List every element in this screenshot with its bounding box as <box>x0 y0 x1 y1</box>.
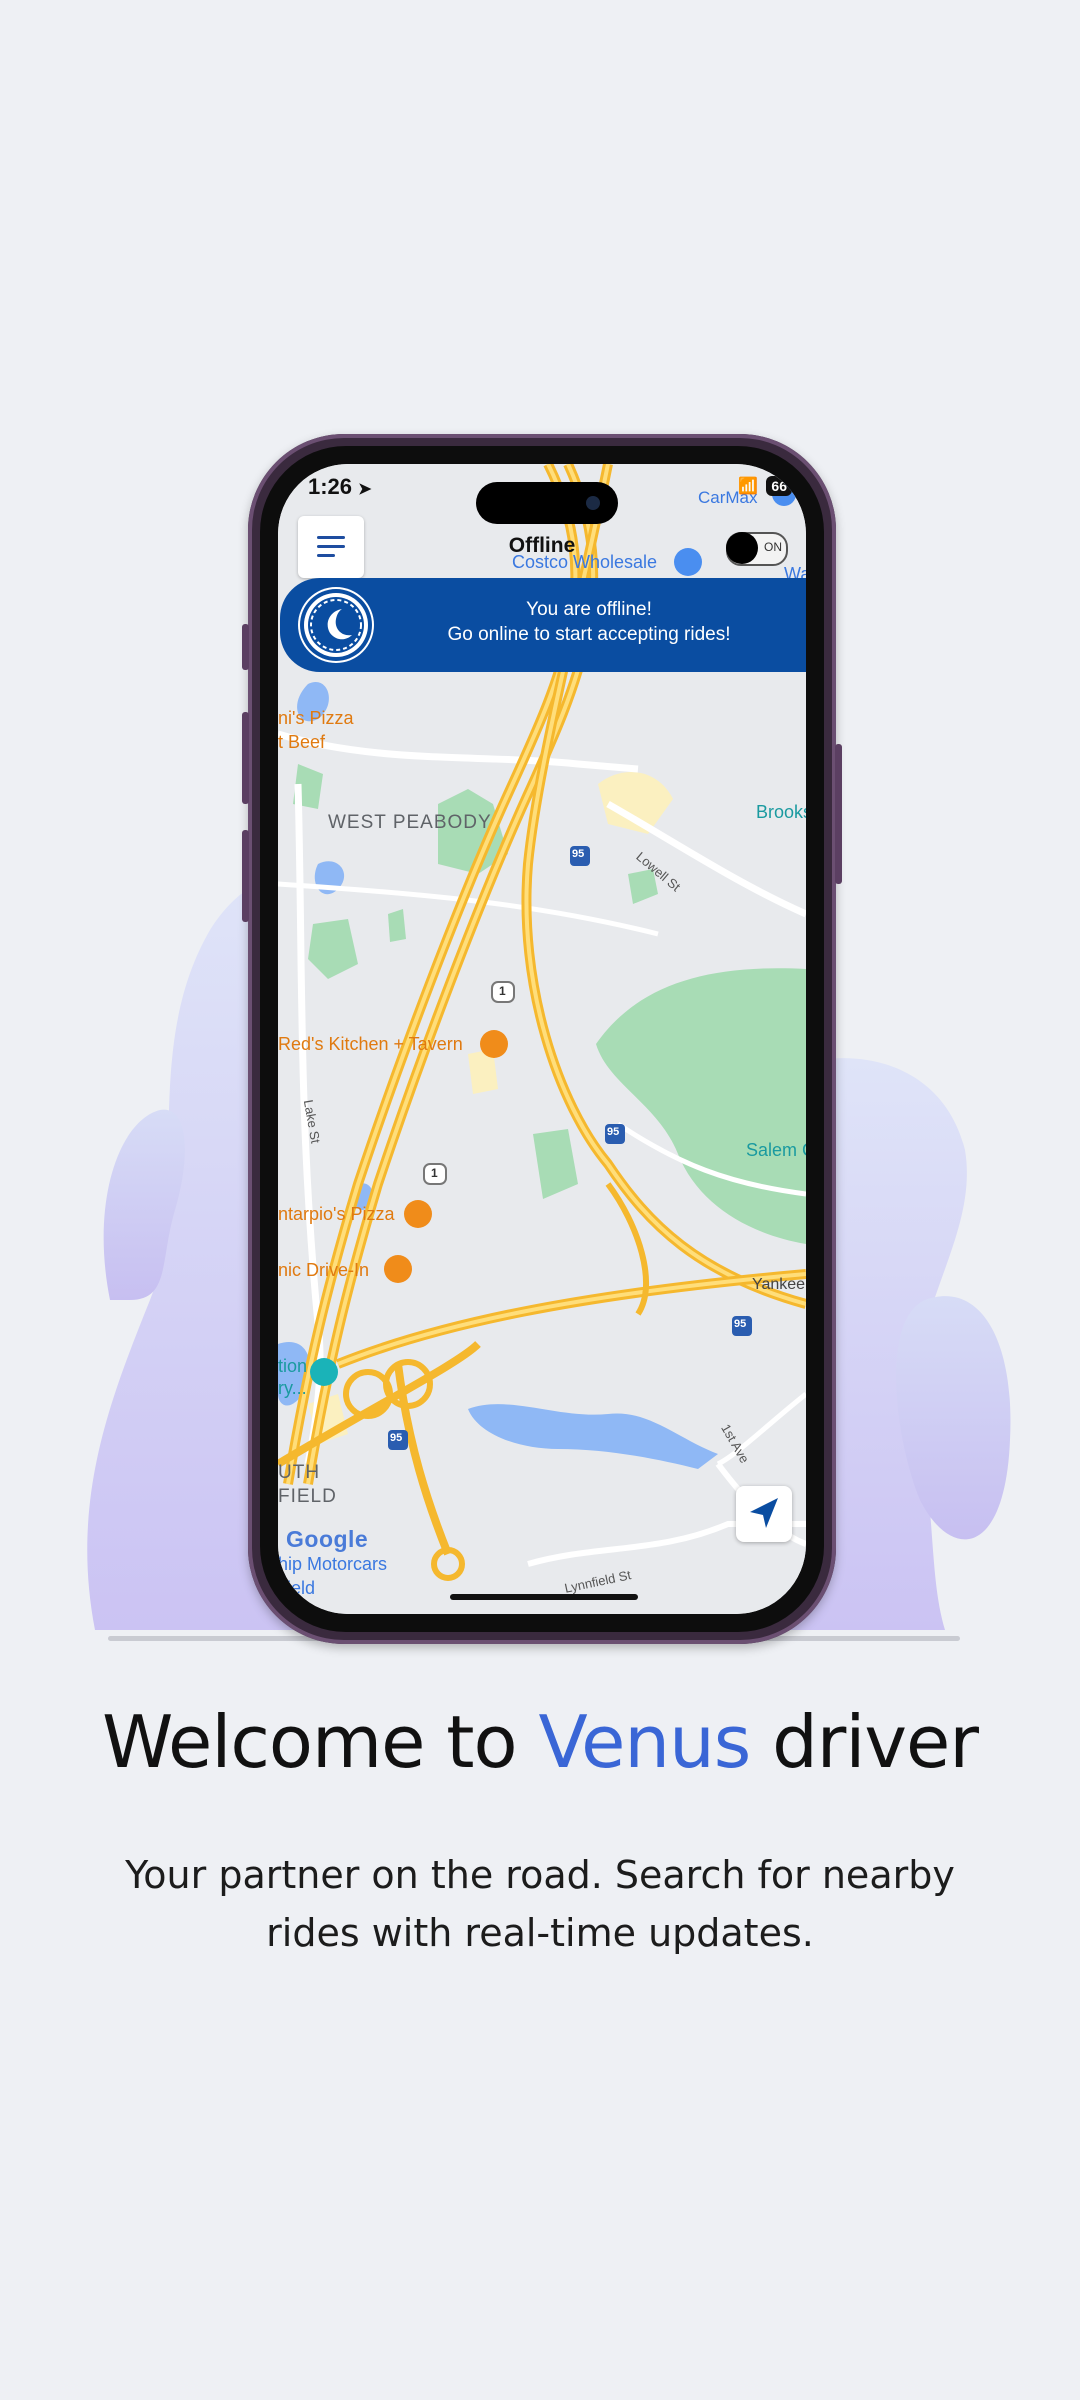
battery-icon: 66 <box>766 476 792 496</box>
offline-banner: You are offline! Go online to start acce… <box>280 578 806 672</box>
welcome-suffix: driver <box>750 1700 979 1784</box>
route-number: 1 <box>499 984 506 998</box>
welcome-subtitle: Your partner on the road. Search for nea… <box>125 1853 955 1955</box>
toggle-knob <box>726 532 758 564</box>
map-label: nic Drive-In <box>278 1260 370 1280</box>
map-label: Red's Kitchen + Tavern <box>278 1034 463 1054</box>
status-icons: 📶 66 <box>738 476 792 496</box>
navigation-arrow-icon <box>750 1498 778 1528</box>
side-button <box>242 830 249 922</box>
app-screen: CarMax Costco Wholesale Wa ni's Pizza t … <box>278 464 806 1614</box>
welcome-heading: Welcome to Venus driver <box>0 1700 1080 1784</box>
map-label: hip Motorcars <box>278 1554 388 1574</box>
recenter-button[interactable] <box>736 1486 792 1542</box>
map-label: ry... <box>278 1378 307 1398</box>
route-number: 95 <box>734 1318 747 1330</box>
map-label: ifield <box>278 1578 316 1598</box>
banner-message: You are offline! Go online to start acce… <box>380 597 798 647</box>
toggle-label: ON <box>764 540 782 554</box>
location-arrow-icon: ➤ <box>358 481 372 498</box>
route-number: 95 <box>390 1432 403 1444</box>
map-label: t Beef <box>278 732 326 752</box>
online-toggle[interactable]: ON <box>726 532 788 566</box>
status-time: 1:26 ➤ <box>308 474 372 499</box>
camera-icon <box>586 496 600 510</box>
welcome-prefix: Welcome to <box>102 1700 539 1784</box>
side-button <box>242 624 249 670</box>
banner-title: You are offline! <box>526 599 652 620</box>
restaurant-pin-icon[interactable] <box>480 1030 508 1058</box>
museum-pin-icon[interactable] <box>310 1358 338 1386</box>
map-label: Brooks <box>756 802 806 822</box>
route-number: 95 <box>607 1126 620 1138</box>
map-label: tion <box>278 1356 308 1376</box>
dynamic-island <box>476 482 618 524</box>
banner-subtitle: Go online to start accepting rides! <box>447 624 731 645</box>
restaurant-pin-icon[interactable] <box>404 1200 432 1228</box>
status-bar: 1:26 ➤ 📶 66 <box>278 464 806 524</box>
side-button <box>242 712 249 804</box>
restaurant-pin-icon[interactable] <box>384 1255 412 1283</box>
map-label: Salem C <box>746 1140 806 1160</box>
map-label: UTH <box>278 1462 321 1483</box>
moon-icon <box>304 593 368 657</box>
home-indicator <box>450 1594 638 1600</box>
phone-mockup: CarMax Costco Wholesale Wa ni's Pizza t … <box>242 434 842 1644</box>
map-label: ntarpio's Pizza <box>278 1204 395 1224</box>
map-label: WEST PEABODY <box>328 812 492 833</box>
google-logo: Google <box>286 1526 369 1552</box>
wifi-icon: 📶 <box>738 478 758 495</box>
route-number: 1 <box>431 1166 438 1180</box>
side-button <box>835 744 842 884</box>
map-label: FIELD <box>278 1486 337 1507</box>
route-number: 95 <box>572 848 585 860</box>
map-label: ni's Pizza <box>278 708 354 728</box>
map-label: Yankee <box>752 1276 806 1293</box>
brand-name: Venus <box>538 1700 751 1784</box>
